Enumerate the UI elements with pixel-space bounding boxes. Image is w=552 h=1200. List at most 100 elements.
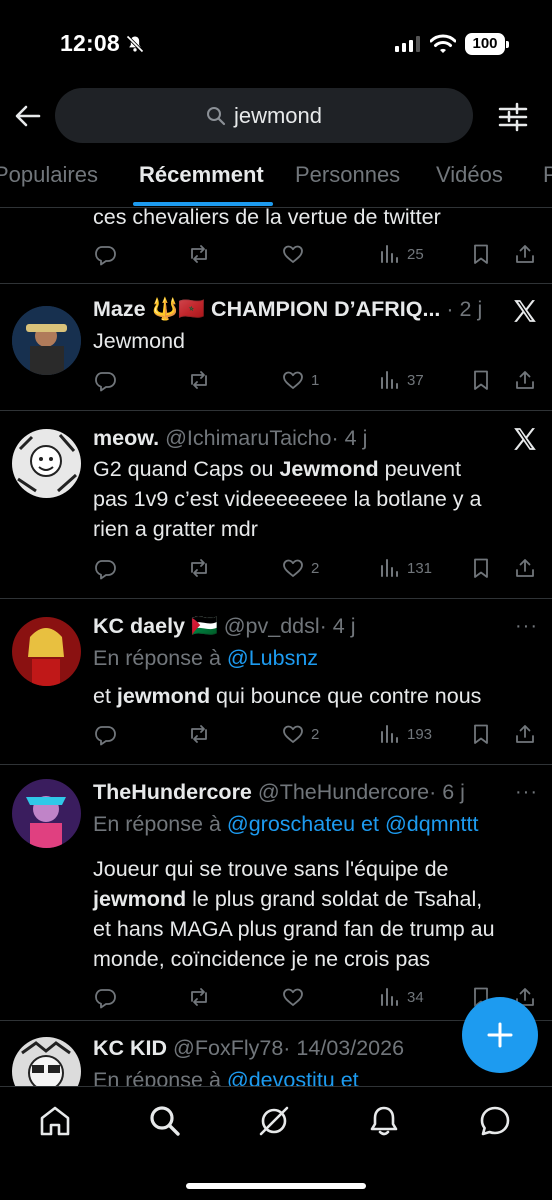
- views-button[interactable]: 193: [377, 722, 432, 746]
- wifi-icon: [430, 34, 456, 53]
- retweet-button[interactable]: [187, 556, 217, 580]
- tweet-time: · 14/03/2026: [283, 1036, 405, 1060]
- bell-off-icon: [126, 35, 144, 53]
- reply-button[interactable]: [93, 368, 123, 392]
- tweet-text-line: et hans MAGA plus grand fan de trump au: [93, 917, 495, 941]
- avatar[interactable]: [12, 1037, 81, 1086]
- tweet-text-line: G2 quand Caps ou Jewmond peuvent: [93, 457, 462, 481]
- tweet-text-line: pas 1v9 c’est videeeeeeee la botlane y a: [93, 487, 482, 511]
- tweet[interactable]: Maze 🔱🇲🇦 CHAMPION D’AFRIQ... · 2 j Jewmo…: [0, 284, 552, 411]
- reply-to-link[interactable]: @Lubsnz: [227, 646, 318, 670]
- views-button[interactable]: 25: [377, 242, 424, 266]
- reply-to-link[interactable]: @groschateu et @dqmnttt: [227, 812, 479, 836]
- share-button[interactable]: [513, 722, 537, 746]
- bookmark-button[interactable]: [469, 556, 493, 580]
- explore-icon[interactable]: [147, 1103, 183, 1139]
- tweet-author-name[interactable]: KC daely 🇵🇸: [93, 614, 218, 638]
- share-button[interactable]: [513, 556, 537, 580]
- share-icon: [516, 371, 534, 389]
- like-button[interactable]: [281, 242, 311, 266]
- avatar[interactable]: [12, 306, 81, 375]
- compose-button[interactable]: [462, 997, 538, 1073]
- bookmark-icon: [474, 370, 488, 390]
- search-input[interactable]: jewmond: [55, 88, 473, 143]
- like-icon: [283, 988, 303, 1006]
- tweet[interactable]: KC daely 🇵🇸 @pv_ddsl· 4 j En réponse à @…: [0, 599, 552, 765]
- like-button[interactable]: 1: [281, 368, 319, 392]
- views-count: 34: [407, 988, 424, 1006]
- tweet-time: · 2 j: [446, 297, 483, 321]
- likes-count: 2: [311, 725, 320, 743]
- x-logo-icon[interactable]: [512, 426, 538, 452]
- search-tabs: Populaires Récemment Personnes Vidéos P: [0, 150, 552, 208]
- like-button[interactable]: 2: [281, 556, 319, 580]
- tweet[interactable]: TheHundercore @TheHundercore· 6 j En rép…: [0, 765, 552, 1021]
- like-button[interactable]: [281, 985, 311, 1009]
- tweet-author-handle[interactable]: @pv_ddsl: [224, 614, 320, 638]
- status-time: 12:08: [60, 30, 120, 56]
- like-icon: [283, 559, 303, 577]
- tweet[interactable]: meow. @IchimaruTaicho· 4 j G2 quand Caps…: [0, 411, 552, 599]
- bookmark-button[interactable]: [469, 368, 493, 392]
- retweet-button[interactable]: [187, 242, 217, 266]
- x-logo-icon[interactable]: [512, 298, 538, 324]
- tweet-author-handle[interactable]: @FoxFly78: [173, 1036, 283, 1060]
- tab-recemment[interactable]: Récemment: [139, 162, 264, 188]
- filter-icon[interactable]: [496, 100, 530, 134]
- tab-more[interactable]: P: [543, 162, 552, 188]
- like-button[interactable]: 2: [281, 722, 319, 746]
- tab-indicator: [133, 202, 273, 206]
- bookmark-icon: [474, 558, 488, 578]
- retweet-icon: [191, 988, 207, 1006]
- share-button[interactable]: [513, 242, 537, 266]
- reply-button[interactable]: [93, 242, 123, 266]
- tweet-author-name[interactable]: Maze 🔱🇲🇦 CHAMPION D’AFRIQ...: [93, 297, 440, 321]
- tweet-time: · 4 j: [331, 426, 368, 450]
- avatar[interactable]: [12, 779, 81, 848]
- tweet-text: Jewmond: [93, 329, 186, 353]
- more-icon[interactable]: ···: [515, 615, 538, 638]
- tweet-author-name[interactable]: TheHundercore: [93, 780, 252, 804]
- tab-populaires[interactable]: Populaires: [0, 162, 98, 188]
- more-icon[interactable]: ···: [515, 781, 538, 804]
- avatar[interactable]: [12, 429, 81, 498]
- bookmark-button[interactable]: [469, 242, 493, 266]
- retweet-icon: [191, 725, 207, 743]
- notifications-icon[interactable]: [366, 1103, 402, 1139]
- tweet-author-name[interactable]: meow.: [93, 426, 159, 450]
- tweet-feed[interactable]: ces chevaliers de la vertue de twitter 2…: [0, 208, 552, 1086]
- like-icon: [283, 245, 303, 263]
- reply-button[interactable]: [93, 556, 123, 580]
- tweet[interactable]: ces chevaliers de la vertue de twitter 2…: [0, 208, 552, 284]
- tweet-author-handle[interactable]: @TheHundercore: [258, 780, 429, 804]
- home-icon[interactable]: [37, 1103, 73, 1139]
- tweet-text-line: monde, coïncidence je ne crois pas: [93, 947, 431, 971]
- tweet-author-handle[interactable]: @IchimaruTaicho: [165, 426, 331, 450]
- bookmark-button[interactable]: [469, 722, 493, 746]
- search-icon: [206, 106, 226, 125]
- reply-button[interactable]: [93, 722, 123, 746]
- tweet-author-name[interactable]: KC KID: [93, 1036, 167, 1060]
- retweet-button[interactable]: [187, 985, 217, 1009]
- views-button[interactable]: 131: [377, 556, 432, 580]
- tab-personnes[interactable]: Personnes: [295, 162, 400, 188]
- reply-to-link[interactable]: @devostitu et: [227, 1068, 359, 1086]
- tweet-actions: 2 193: [93, 722, 545, 748]
- share-button[interactable]: [513, 368, 537, 392]
- retweet-button[interactable]: [187, 722, 217, 746]
- retweet-icon: [191, 245, 207, 263]
- messages-icon[interactable]: [477, 1103, 513, 1139]
- tweet-actions: 25: [93, 242, 545, 268]
- views-button[interactable]: 34: [377, 985, 424, 1009]
- views-button[interactable]: 37: [377, 368, 424, 392]
- reply-button[interactable]: [93, 985, 123, 1009]
- avatar[interactable]: [12, 617, 81, 686]
- bookmark-icon: [474, 244, 488, 264]
- share-icon: [516, 559, 534, 577]
- like-icon: [283, 725, 303, 743]
- tab-videos[interactable]: Vidéos: [436, 162, 503, 188]
- grok-icon[interactable]: [256, 1103, 292, 1139]
- back-arrow-icon[interactable]: [12, 100, 44, 132]
- tweet-text: et jewmond qui bounce que contre nous: [93, 684, 482, 708]
- retweet-button[interactable]: [187, 368, 217, 392]
